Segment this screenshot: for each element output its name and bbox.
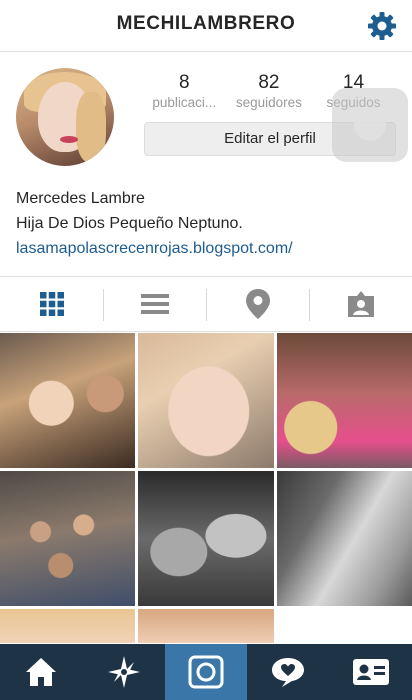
bio: Mercedes Lambre Hija De Dios Pequeño Nep…	[16, 186, 396, 261]
nav-activity[interactable]	[247, 644, 329, 700]
grid-photo[interactable]	[277, 471, 412, 606]
followers-label: seguidores	[235, 95, 302, 110]
top-bar: MECHILAMBRERO	[0, 0, 412, 52]
grid-view-icon	[39, 292, 64, 316]
nav-camera[interactable]	[164, 644, 248, 700]
grid-photo[interactable]	[138, 471, 274, 606]
camera-icon	[188, 655, 224, 689]
assistive-touch-button[interactable]	[332, 88, 408, 162]
full-name: Mercedes Lambre	[16, 190, 145, 207]
explore-icon	[107, 656, 140, 688]
activity-icon	[272, 658, 305, 687]
followers-stat[interactable]: 82 seguidores	[227, 72, 312, 111]
tagged-photos-icon	[347, 291, 374, 317]
photo-grid	[0, 333, 412, 643]
tab-map[interactable]	[206, 277, 309, 331]
tab-list[interactable]	[103, 277, 206, 331]
grid-photo[interactable]	[0, 609, 135, 643]
profile-icon	[352, 659, 389, 685]
tab-grid[interactable]	[0, 277, 103, 331]
bio-description: Hija De Dios Pequeño Neptuno.	[16, 215, 243, 232]
list-view-icon	[140, 294, 169, 314]
posts-stat[interactable]: 8 publicaci...	[142, 72, 227, 111]
profile-header: 8 publicaci... 82 seguidores 14 seguidos…	[0, 52, 412, 276]
grid-photo[interactable]	[0, 333, 135, 468]
profile-view-tabs	[0, 276, 412, 332]
grid-photo[interactable]	[138, 333, 274, 468]
gear-icon[interactable]	[366, 10, 398, 42]
posts-count: 8	[179, 72, 190, 93]
followers-count: 82	[258, 72, 280, 93]
map-pin-icon	[245, 289, 270, 319]
tab-tagged[interactable]	[309, 277, 412, 331]
nav-profile[interactable]	[330, 644, 412, 700]
bottom-tab-bar	[0, 644, 412, 700]
posts-label: publicaci...	[152, 95, 217, 110]
avatar[interactable]	[16, 68, 114, 166]
username-title: MECHILAMBRERO	[116, 13, 296, 34]
website-link[interactable]: lasamapolascrecenrojas.blogspot.com/	[16, 236, 396, 261]
grid-photo[interactable]	[0, 471, 135, 606]
nav-home[interactable]	[0, 644, 82, 700]
home-icon	[26, 658, 57, 686]
grid-photo[interactable]	[138, 609, 274, 643]
nav-explore[interactable]	[82, 644, 164, 700]
grid-photo[interactable]	[277, 333, 412, 468]
